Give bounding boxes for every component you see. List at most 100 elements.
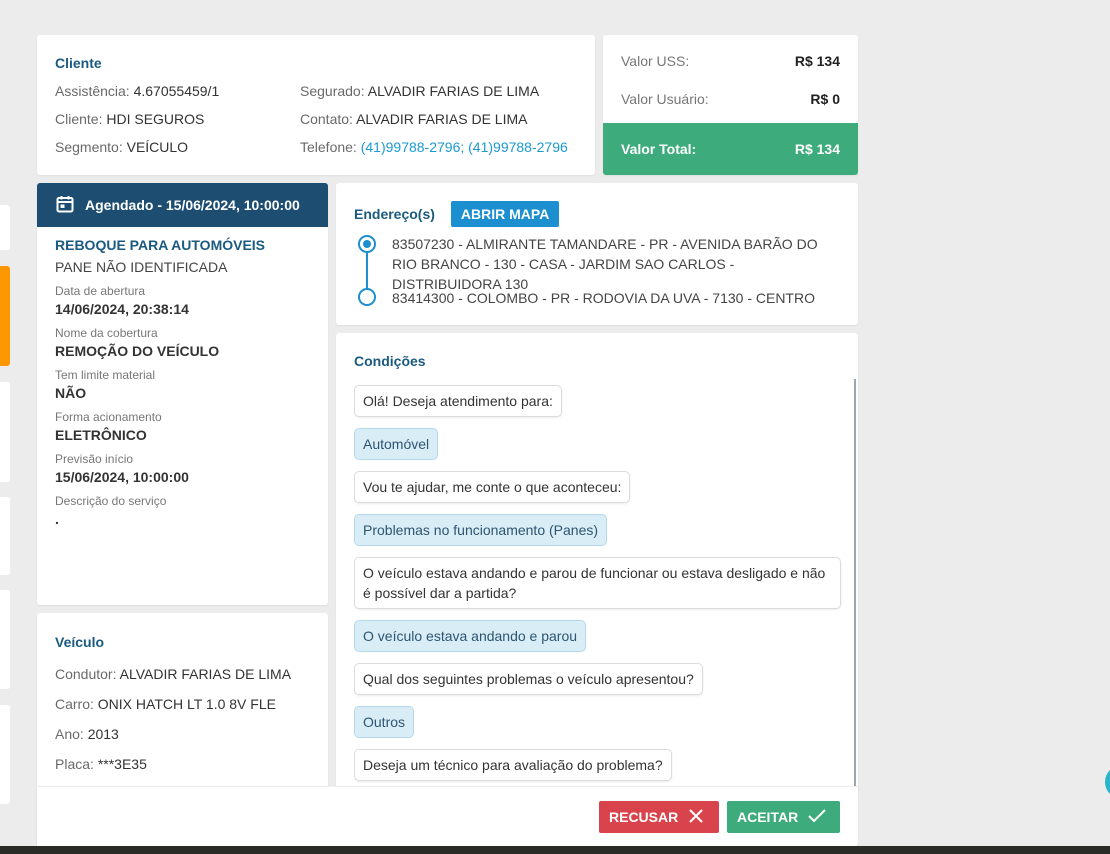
placa-row: Placa: ***3E35 <box>55 756 310 772</box>
segmento-row: Segmento: VEÍCULO <box>55 139 188 155</box>
segurado-value: ALVADIR FARIAS DE LIMA <box>367 83 540 99</box>
valores-card: Valor USS: R$ 134 Valor Usuário: R$ 0 Va… <box>603 35 858 175</box>
valor-usuario-row: Valor Usuário: R$ 0 <box>621 91 840 107</box>
cliente-label: Cliente: <box>55 111 103 127</box>
recusar-button[interactable]: RECUSAR <box>599 801 719 833</box>
route-line <box>366 253 368 289</box>
agendamento-header: Agendado - 15/06/2024, 10:00:00 <box>37 183 328 227</box>
field-descricao-servico: Descrição do serviço . <box>55 494 310 527</box>
close-icon <box>688 808 704 827</box>
endereco-card: Endereço(s) ABRIR MAPA 83507230 - ALMIRA… <box>336 183 858 325</box>
destination-marker-icon <box>358 288 376 306</box>
action-bar: RECUSAR ACEITAR <box>37 786 858 846</box>
side-card-stub[interactable] <box>0 205 10 250</box>
cliente-value: HDI SEGUROS <box>106 111 205 127</box>
ano-row: Ano: 2013 <box>55 726 310 742</box>
side-card-stub-highlighted[interactable] <box>0 266 10 366</box>
valor-total-row: Valor Total: R$ 134 <box>603 123 858 175</box>
field-value: ELETRÔNICO <box>55 427 147 443</box>
field-label: Nome da cobertura <box>55 326 158 340</box>
side-card-stub[interactable] <box>0 590 10 689</box>
floating-action-button[interactable] <box>1105 765 1110 799</box>
valor-total-value: R$ 134 <box>794 141 840 157</box>
chat-question: Qual dos seguintes problemas o veículo a… <box>354 663 703 695</box>
segurado-label: Segurado: <box>300 83 365 99</box>
bottom-strip <box>0 846 1110 854</box>
carro-value: ONIX HATCH LT 1.0 8V FLE <box>97 696 276 712</box>
valor-uss-row: Valor USS: R$ 134 <box>621 53 840 69</box>
destination-address: 83414300 - COLOMBO - PR - RODOVIA DA UVA… <box>392 290 815 306</box>
field-value: . <box>55 511 59 527</box>
agendamento-body: REBOQUE PARA AUTOMÓVEIS PANE NÃO IDENTIF… <box>37 227 328 527</box>
segmento-label: Segmento: <box>55 139 123 155</box>
condutor-label: Condutor: <box>55 666 117 682</box>
condutor-value: ALVADIR FARIAS DE LIMA <box>119 666 292 682</box>
field-forma-acionamento: Forma acionamento ELETRÔNICO <box>55 410 310 443</box>
carro-label: Carro: <box>55 696 94 712</box>
assistencia-value: 4.67055459/1 <box>133 83 220 99</box>
telefone-link[interactable]: (41)99788-2796; (41)99788-2796 <box>361 139 568 155</box>
check-icon <box>808 808 826 827</box>
field-label: Descrição do serviço <box>55 494 167 508</box>
contato-value: ALVADIR FARIAS DE LIMA <box>356 111 528 127</box>
field-value: REMOÇÃO DO VEÍCULO <box>55 343 220 359</box>
open-map-button[interactable]: ABRIR MAPA <box>450 201 560 227</box>
field-label: Previsão início <box>55 452 134 466</box>
contato-label: Contato: <box>300 111 353 127</box>
agendamento-title: Agendado - 15/06/2024, 10:00:00 <box>85 197 300 213</box>
endereco-title: Endereço(s) <box>354 206 435 222</box>
cliente-title: Cliente <box>55 55 102 71</box>
chat-answer: Automóvel <box>354 428 439 460</box>
condutor-row: Condutor: ALVADIR FARIAS DE LIMA <box>55 666 310 682</box>
side-card-stub[interactable] <box>0 497 10 575</box>
aceitar-button[interactable]: ACEITAR <box>727 801 840 833</box>
assistencia-row: Assistência: 4.67055459/1 <box>55 83 219 99</box>
ano-value: 2013 <box>87 726 119 742</box>
segmento-value: VEÍCULO <box>126 139 189 155</box>
chat-question: O veículo estava andando e parou de func… <box>354 557 841 609</box>
conditions-chat-list[interactable]: Olá! Deseja atendimento para: Automóvel … <box>354 379 856 793</box>
valor-usuario-value: R$ 0 <box>810 91 840 107</box>
field-value: NÃO <box>55 385 87 401</box>
veiculo-title: Veículo <box>55 634 105 650</box>
origin-marker-icon <box>358 235 376 253</box>
side-card-stub[interactable] <box>0 705 10 804</box>
field-limite-material: Tem limite material NÃO <box>55 368 310 401</box>
placa-value: ***3E35 <box>97 756 147 772</box>
service-subtype: PANE NÃO IDENTIFICADA <box>55 259 228 275</box>
field-value: 14/06/2024, 20:38:14 <box>55 301 189 317</box>
placa-label: Placa: <box>55 756 94 772</box>
calendar-icon <box>55 194 75 217</box>
field-data-abertura: Data de abertura 14/06/2024, 20:38:14 <box>55 284 310 317</box>
condicoes-card: Condições Olá! Deseja atendimento para: … <box>336 333 858 793</box>
chat-answer: O veículo estava andando e parou <box>354 620 587 652</box>
valor-uss-value: R$ 134 <box>794 53 840 69</box>
chat-question: Vou te ajudar, me conte o que aconteceu: <box>354 471 631 503</box>
chat-question: Olá! Deseja atendimento para: <box>354 385 562 417</box>
side-card-stub[interactable] <box>0 382 10 482</box>
agendamento-card: Agendado - 15/06/2024, 10:00:00 REBOQUE … <box>37 183 328 605</box>
telefone-label: Telefone: <box>300 139 357 155</box>
aceitar-label: ACEITAR <box>737 809 799 825</box>
field-value: 15/06/2024, 10:00:00 <box>55 469 189 485</box>
valor-usuario-label: Valor Usuário: <box>621 91 709 107</box>
carro-row: Carro: ONIX HATCH LT 1.0 8V FLE <box>55 696 310 712</box>
chat-answer: Problemas no funcionamento (Panes) <box>354 514 608 546</box>
telefone-row: Telefone: (41)99788-2796; (41)99788-2796 <box>300 139 568 155</box>
field-previsao-inicio: Previsão início 15/06/2024, 10:00:00 <box>55 452 310 485</box>
cliente-card: Cliente Assistência: 4.67055459/1 Client… <box>37 35 595 175</box>
assistencia-label: Assistência: <box>55 83 130 99</box>
condicoes-title: Condições <box>354 353 426 369</box>
field-label: Tem limite material <box>55 368 156 382</box>
ano-label: Ano: <box>55 726 84 742</box>
cliente-row: Cliente: HDI SEGUROS <box>55 111 204 127</box>
contato-row: Contato: ALVADIR FARIAS DE LIMA <box>300 111 527 127</box>
field-nome-cobertura: Nome da cobertura REMOÇÃO DO VEÍCULO <box>55 326 310 359</box>
segurado-row: Segurado: ALVADIR FARIAS DE LIMA <box>300 83 539 99</box>
chat-question: Deseja um técnico para avaliação do prob… <box>354 749 672 781</box>
origin-address: 83507230 - ALMIRANTE TAMANDARE - PR - AV… <box>392 236 818 292</box>
valor-total-label: Valor Total: <box>621 141 697 157</box>
valor-uss-label: Valor USS: <box>621 53 690 69</box>
field-label: Data de abertura <box>55 284 146 298</box>
field-label: Forma acionamento <box>55 410 162 424</box>
